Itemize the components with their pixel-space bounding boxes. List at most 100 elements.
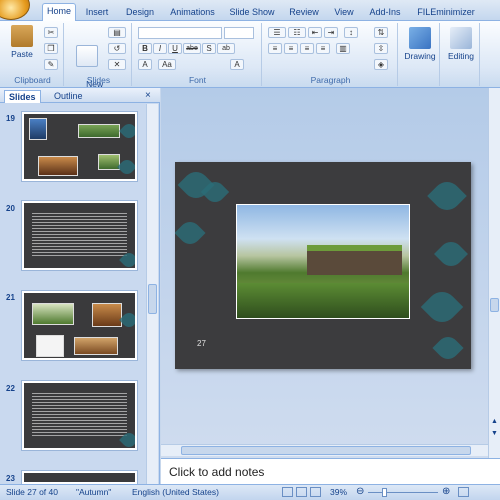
editing-label: Editing: [448, 51, 474, 61]
zoom-out-icon[interactable]: ⊖: [356, 486, 364, 497]
fit-slide-icon[interactable]: [458, 487, 469, 497]
delete-slide-button[interactable]: ✕: [108, 59, 126, 70]
strikethrough-button[interactable]: abe: [183, 43, 201, 54]
normal-view-icon[interactable]: [282, 487, 293, 497]
slides-group-label: Slides: [86, 75, 111, 85]
notes-placeholder: Click to add notes: [169, 465, 265, 479]
align-left-button[interactable]: ≡: [268, 43, 282, 54]
thumb-number: 19: [6, 114, 15, 123]
current-slide[interactable]: 27: [175, 162, 471, 369]
tab-animations[interactable]: Animations: [165, 5, 220, 21]
pane-scroll-thumb[interactable]: [148, 284, 157, 314]
tab-view[interactable]: View: [330, 5, 358, 21]
thumb-text-block: [32, 211, 127, 258]
layout-button[interactable]: ▤: [108, 27, 126, 38]
language-status[interactable]: English (United States): [132, 487, 219, 497]
ribbon: Paste ✂ ❐ ✎ Clipboard New Slide ▤ ↺ ✕ Sl…: [0, 21, 500, 99]
line-spacing-button[interactable]: ↕: [344, 27, 358, 38]
slides-group: New Slide ▤ ↺ ✕ Slides: [66, 23, 132, 99]
tab-design[interactable]: Design: [120, 5, 160, 21]
leaf-decoration: [119, 121, 135, 141]
leaf-decoration: [175, 217, 206, 249]
reset-button[interactable]: ↺: [108, 43, 126, 54]
notes-pane[interactable]: Click to add notes: [161, 458, 500, 484]
zoom-slider[interactable]: [368, 492, 438, 493]
thumb-number: 22: [6, 384, 15, 393]
clipboard-group: Paste ✂ ❐ ✎ Clipboard: [2, 23, 64, 86]
thumb-image: [74, 337, 118, 355]
cut-button[interactable]: ✂: [44, 27, 58, 38]
thumb-image: [29, 118, 47, 140]
zoom-in-icon[interactable]: ⊕: [442, 486, 450, 497]
format-painter-button[interactable]: ✎: [44, 59, 58, 70]
bullets-button[interactable]: ☰: [268, 27, 286, 38]
clipboard-group-label: Clipboard: [14, 75, 51, 85]
slide-thumbnail[interactable]: [21, 111, 138, 182]
tab-add-ins[interactable]: Add-Ins: [365, 5, 405, 21]
numbering-button[interactable]: ☷: [288, 27, 306, 38]
editing-button[interactable]: Editing: [445, 27, 477, 61]
pane-scrollbar[interactable]: [146, 104, 158, 484]
building-shape: [307, 245, 402, 275]
text-direction-button[interactable]: ⇅: [374, 27, 388, 38]
underline-button[interactable]: U: [168, 43, 182, 54]
slide-show-icon[interactable]: [310, 487, 321, 497]
tab-home[interactable]: Home: [42, 3, 76, 21]
columns-button[interactable]: ▥: [336, 43, 350, 54]
font-group: B I U abe S ab A Aa A Font: [134, 23, 262, 86]
editor-vertical-scrollbar[interactable]: ▲ ▼: [488, 88, 500, 458]
hscroll-thumb[interactable]: [181, 446, 471, 455]
thumb-number: 21: [6, 293, 15, 302]
theme-status: "Autumn": [76, 487, 112, 497]
slide-number: 27: [197, 339, 206, 348]
font-color-button[interactable]: A: [138, 59, 152, 70]
thumb-image: [32, 303, 74, 325]
slide-thumbnail[interactable]: [21, 290, 138, 361]
editor-scroll-thumb[interactable]: [490, 298, 499, 312]
drawing-button[interactable]: Drawing: [403, 27, 437, 61]
spacing-button[interactable]: ab: [217, 43, 235, 54]
smartart-button[interactable]: ◈: [374, 59, 388, 70]
increase-indent-button[interactable]: ⇥: [324, 27, 338, 38]
clear-format-button[interactable]: A: [230, 59, 244, 70]
thumb-text-block: [32, 391, 127, 438]
justify-button[interactable]: ≡: [316, 43, 330, 54]
font-name-combo[interactable]: [138, 27, 222, 39]
paragraph-group: ☰ ☷ ⇤ ⇥ ↕ ⇅ ≡ ≡ ≡ ≡ ▥ ⇳ ◈ Paragraph: [264, 23, 398, 86]
slide-thumbnail[interactable]: [21, 200, 138, 271]
decrease-indent-button[interactable]: ⇤: [308, 27, 322, 38]
align-center-button[interactable]: ≡: [284, 43, 298, 54]
slide-count-status: Slide 27 of 40: [6, 487, 58, 497]
thumb-number: 23: [6, 474, 15, 483]
tab-review[interactable]: Review: [285, 5, 323, 21]
leaf-decoration: [117, 157, 135, 177]
next-slide-icon[interactable]: ▼: [490, 430, 499, 440]
slide-sorter-icon[interactable]: [296, 487, 307, 497]
align-text-button[interactable]: ⇳: [374, 43, 388, 54]
bold-button[interactable]: B: [138, 43, 152, 54]
slide-thumbnail[interactable]: [21, 380, 138, 451]
italic-button[interactable]: I: [153, 43, 167, 54]
align-right-button[interactable]: ≡: [300, 43, 314, 54]
tab-outline[interactable]: Outline: [50, 90, 87, 103]
tab-slide-show[interactable]: Slide Show: [226, 5, 278, 21]
zoom-slider-thumb[interactable]: [382, 488, 387, 497]
paste-button[interactable]: Paste: [8, 25, 36, 59]
slide-thumbnail[interactable]: [21, 470, 138, 485]
tab-fileminimizer[interactable]: FILEminimizer: [412, 5, 480, 21]
ribbon-tab-bar: Home Insert Design Animations Slide Show…: [0, 0, 500, 21]
font-size-combo[interactable]: [224, 27, 254, 39]
change-case-button[interactable]: Aa: [158, 59, 176, 70]
shadow-button[interactable]: S: [202, 43, 216, 54]
zoom-level[interactable]: 39%: [330, 487, 347, 497]
copy-button[interactable]: ❐: [44, 43, 58, 54]
editor-horizontal-scrollbar[interactable]: [161, 444, 488, 456]
previous-slide-icon[interactable]: ▲: [490, 418, 499, 428]
paste-icon: [11, 25, 33, 47]
close-pane-icon[interactable]: ×: [145, 90, 151, 101]
slide-photo[interactable]: [236, 204, 410, 319]
tab-insert[interactable]: Insert: [80, 5, 114, 21]
tab-slides[interactable]: Slides: [4, 90, 41, 103]
thumb-image: [38, 156, 78, 176]
office-button[interactable]: [0, 0, 30, 20]
